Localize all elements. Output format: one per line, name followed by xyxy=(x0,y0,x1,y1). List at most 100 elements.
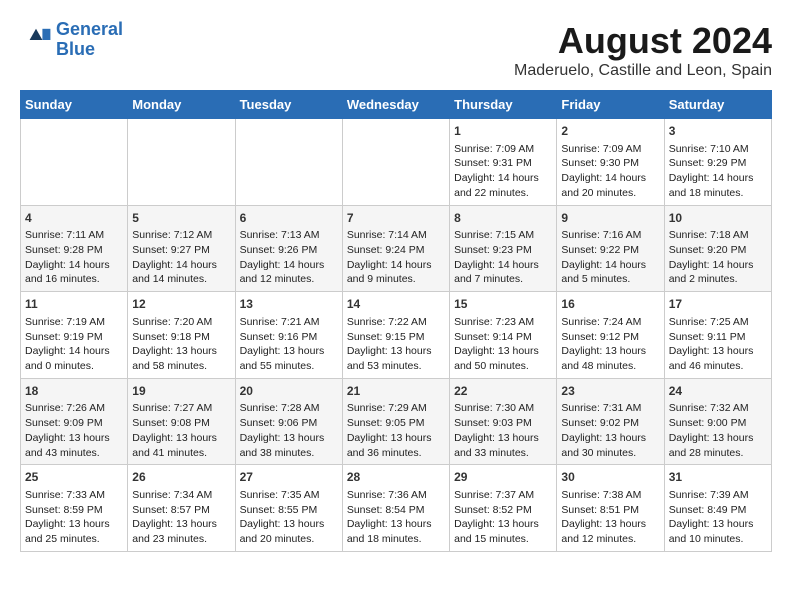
day-number: 3 xyxy=(669,123,767,140)
day-number: 17 xyxy=(669,296,767,313)
day-info: Sunrise: 7:39 AM Sunset: 8:49 PM Dayligh… xyxy=(669,488,767,547)
day-info: Sunrise: 7:32 AM Sunset: 9:00 PM Dayligh… xyxy=(669,401,767,460)
day-info: Sunrise: 7:14 AM Sunset: 9:24 PM Dayligh… xyxy=(347,228,445,287)
day-number: 25 xyxy=(25,469,123,486)
day-info: Sunrise: 7:38 AM Sunset: 8:51 PM Dayligh… xyxy=(561,488,659,547)
main-title: August 2024 xyxy=(514,20,772,62)
calendar-cell: 29Sunrise: 7:37 AM Sunset: 8:52 PM Dayli… xyxy=(450,465,557,552)
day-number: 26 xyxy=(132,469,230,486)
calendar-cell: 14 Sunrise: 7:22 AM Sunset: 9:15 PM Dayli… xyxy=(342,292,449,379)
day-info: Sunrise: 7:27 AM Sunset: 9:08 PM Dayligh… xyxy=(132,401,230,460)
day-number: 13 xyxy=(240,296,338,313)
day-number: 1 xyxy=(454,123,552,140)
day-number: 31 xyxy=(669,469,767,486)
day-number: 29 xyxy=(454,469,552,486)
calendar-cell: 19Sunrise: 7:27 AM Sunset: 9:08 PM Dayli… xyxy=(128,378,235,465)
day-info: Sunrise: 7:24 AM Sunset: 9:12 PM Dayligh… xyxy=(561,315,659,374)
column-header-thursday: Thursday xyxy=(450,91,557,119)
day-info: Sunrise: 7:09 AM Sunset: 9:31 PM Dayligh… xyxy=(454,142,552,201)
day-number: 11 xyxy=(25,296,123,313)
day-number: 15 xyxy=(454,296,552,313)
day-info: Sunrise: 7:30 AM Sunset: 9:03 PM Dayligh… xyxy=(454,401,552,460)
calendar-cell: 11Sunrise: 7:19 AM Sunset: 9:19 PM Dayli… xyxy=(21,292,128,379)
logo: General Blue xyxy=(20,20,123,60)
calendar-cell: 15 Sunrise: 7:23 AM Sunset: 9:14 PM Dayli… xyxy=(450,292,557,379)
day-number: 23 xyxy=(561,383,659,400)
calendar-week-row: 4Sunrise: 7:11 AM Sunset: 9:28 PM Daylig… xyxy=(21,205,772,292)
calendar-cell: 4Sunrise: 7:11 AM Sunset: 9:28 PM Daylig… xyxy=(21,205,128,292)
calendar-week-row: 11Sunrise: 7:19 AM Sunset: 9:19 PM Dayli… xyxy=(21,292,772,379)
calendar-cell: 17Sunrise: 7:25 AM Sunset: 9:11 PM Dayli… xyxy=(664,292,771,379)
calendar-week-row: 25 Sunrise: 7:33 AM Sunset: 8:59 PM Dayli… xyxy=(21,465,772,552)
calendar-cell: 13 Sunrise: 7:21 AM Sunset: 9:16 PM Dayli… xyxy=(235,292,342,379)
day-info: Sunrise: 7:23 AM Sunset: 9:14 PM Dayligh… xyxy=(454,315,552,374)
day-number: 12 xyxy=(132,296,230,313)
calendar-cell: 8Sunrise: 7:15 AM Sunset: 9:23 PM Daylig… xyxy=(450,205,557,292)
day-number: 22 xyxy=(454,383,552,400)
calendar-cell: 30Sunrise: 7:38 AM Sunset: 8:51 PM Dayli… xyxy=(557,465,664,552)
day-number: 19 xyxy=(132,383,230,400)
day-number: 14 xyxy=(347,296,445,313)
calendar-cell: 1 Sunrise: 7:09 AM Sunset: 9:31 PM Daylig… xyxy=(450,119,557,206)
calendar-cell: 2Sunrise: 7:09 AM Sunset: 9:30 PM Daylig… xyxy=(557,119,664,206)
day-info: Sunrise: 7:13 AM Sunset: 9:26 PM Dayligh… xyxy=(240,228,338,287)
day-info: Sunrise: 7:21 AM Sunset: 9:16 PM Dayligh… xyxy=(240,315,338,374)
column-header-friday: Friday xyxy=(557,91,664,119)
day-number: 16 xyxy=(561,296,659,313)
day-info: Sunrise: 7:18 AM Sunset: 9:20 PM Dayligh… xyxy=(669,228,767,287)
day-number: 18 xyxy=(25,383,123,400)
calendar-week-row: 1 Sunrise: 7:09 AM Sunset: 9:31 PM Daylig… xyxy=(21,119,772,206)
calendar-cell: 5Sunrise: 7:12 AM Sunset: 9:27 PM Daylig… xyxy=(128,205,235,292)
column-header-wednesday: Wednesday xyxy=(342,91,449,119)
calendar-cell: 9Sunrise: 7:16 AM Sunset: 9:22 PM Daylig… xyxy=(557,205,664,292)
day-info: Sunrise: 7:33 AM Sunset: 8:59 PM Dayligh… xyxy=(25,488,123,547)
day-number: 28 xyxy=(347,469,445,486)
calendar-cell: 18Sunrise: 7:26 AM Sunset: 9:09 PM Dayli… xyxy=(21,378,128,465)
day-number: 8 xyxy=(454,210,552,227)
day-info: Sunrise: 7:20 AM Sunset: 9:18 PM Dayligh… xyxy=(132,315,230,374)
calendar-cell: 31 Sunrise: 7:39 AM Sunset: 8:49 PM Dayli… xyxy=(664,465,771,552)
day-number: 27 xyxy=(240,469,338,486)
calendar-week-row: 18Sunrise: 7:26 AM Sunset: 9:09 PM Dayli… xyxy=(21,378,772,465)
day-info: Sunrise: 7:35 AM Sunset: 8:55 PM Dayligh… xyxy=(240,488,338,547)
calendar-cell xyxy=(21,119,128,206)
page-header: General Blue August 2024 Maderuelo, Cast… xyxy=(20,20,772,80)
column-header-tuesday: Tuesday xyxy=(235,91,342,119)
calendar-cell: 10Sunrise: 7:18 AM Sunset: 9:20 PM Dayli… xyxy=(664,205,771,292)
day-info: Sunrise: 7:26 AM Sunset: 9:09 PM Dayligh… xyxy=(25,401,123,460)
calendar-cell: 6Sunrise: 7:13 AM Sunset: 9:26 PM Daylig… xyxy=(235,205,342,292)
day-info: Sunrise: 7:11 AM Sunset: 9:28 PM Dayligh… xyxy=(25,228,123,287)
day-info: Sunrise: 7:22 AM Sunset: 9:15 PM Dayligh… xyxy=(347,315,445,374)
day-info: Sunrise: 7:36 AM Sunset: 8:54 PM Dayligh… xyxy=(347,488,445,547)
calendar-cell: 12 Sunrise: 7:20 AM Sunset: 9:18 PM Dayli… xyxy=(128,292,235,379)
calendar-cell: 3 Sunrise: 7:10 AM Sunset: 9:29 PM Daylig… xyxy=(664,119,771,206)
day-info: Sunrise: 7:15 AM Sunset: 9:23 PM Dayligh… xyxy=(454,228,552,287)
day-info: Sunrise: 7:28 AM Sunset: 9:06 PM Dayligh… xyxy=(240,401,338,460)
day-info: Sunrise: 7:16 AM Sunset: 9:22 PM Dayligh… xyxy=(561,228,659,287)
day-number: 20 xyxy=(240,383,338,400)
day-number: 4 xyxy=(25,210,123,227)
calendar-cell: 28 Sunrise: 7:36 AM Sunset: 8:54 PM Dayli… xyxy=(342,465,449,552)
calendar-cell: 27 Sunrise: 7:35 AM Sunset: 8:55 PM Dayli… xyxy=(235,465,342,552)
calendar-cell: 22Sunrise: 7:30 AM Sunset: 9:03 PM Dayli… xyxy=(450,378,557,465)
day-number: 6 xyxy=(240,210,338,227)
day-info: Sunrise: 7:34 AM Sunset: 8:57 PM Dayligh… xyxy=(132,488,230,547)
day-number: 10 xyxy=(669,210,767,227)
calendar-cell: 21Sunrise: 7:29 AM Sunset: 9:05 PM Dayli… xyxy=(342,378,449,465)
calendar-table: SundayMondayTuesdayWednesdayThursdayFrid… xyxy=(20,90,772,552)
column-header-sunday: Sunday xyxy=(21,91,128,119)
logo-text: General Blue xyxy=(56,20,123,60)
day-number: 24 xyxy=(669,383,767,400)
subtitle: Maderuelo, Castille and Leon, Spain xyxy=(514,62,772,80)
title-block: August 2024 Maderuelo, Castille and Leon… xyxy=(514,20,772,80)
day-info: Sunrise: 7:10 AM Sunset: 9:29 PM Dayligh… xyxy=(669,142,767,201)
day-info: Sunrise: 7:09 AM Sunset: 9:30 PM Dayligh… xyxy=(561,142,659,201)
day-info: Sunrise: 7:12 AM Sunset: 9:27 PM Dayligh… xyxy=(132,228,230,287)
calendar-cell xyxy=(342,119,449,206)
calendar-cell: 7Sunrise: 7:14 AM Sunset: 9:24 PM Daylig… xyxy=(342,205,449,292)
day-info: Sunrise: 7:29 AM Sunset: 9:05 PM Dayligh… xyxy=(347,401,445,460)
column-header-monday: Monday xyxy=(128,91,235,119)
calendar-cell: 23Sunrise: 7:31 AM Sunset: 9:02 PM Dayli… xyxy=(557,378,664,465)
calendar-cell: 25 Sunrise: 7:33 AM Sunset: 8:59 PM Dayli… xyxy=(21,465,128,552)
calendar-cell xyxy=(128,119,235,206)
